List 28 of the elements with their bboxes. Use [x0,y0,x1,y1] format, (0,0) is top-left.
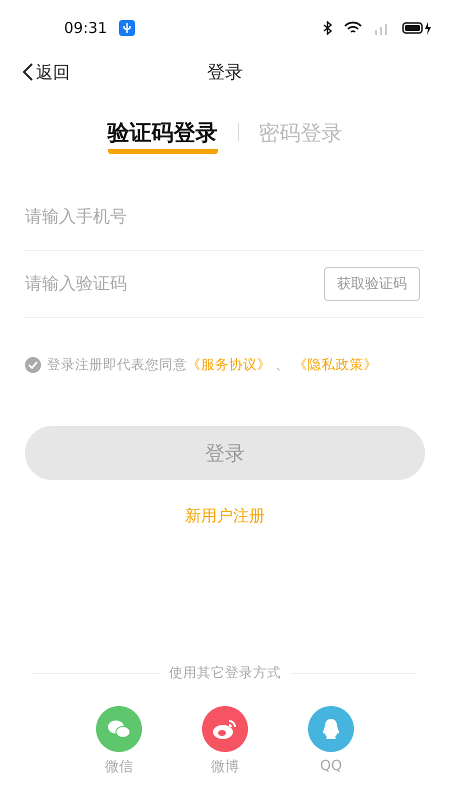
agreement-text: 登录注册即代表您同意《服务协议》 、 《隐私政策》 [47,356,378,374]
battery-charging-icon [402,21,432,35]
chevron-left-icon [22,63,34,81]
back-button[interactable]: 返回 [22,56,70,88]
register-link[interactable]: 新用户注册 [185,506,265,527]
social-login-button[interactable] [202,706,248,752]
get-code-button[interactable]: 获取验证码 [324,267,420,301]
agree-checkbox[interactable] [25,357,41,373]
other-login-title: 使用其它登录方式 [169,664,281,682]
login-tab[interactable]: 密码登录 [258,119,342,153]
policy-link[interactable]: 《服务协议》 [187,357,271,373]
social-login-label: 微信 [105,758,133,776]
social-login-button[interactable] [308,706,354,752]
social-login-button[interactable] [96,706,142,752]
chat-bubbles-icon [107,719,131,739]
policy-link[interactable]: 《隐私政策》 [294,357,378,373]
status-time: 09:31 [64,19,108,37]
page-title: 登录 [207,61,243,84]
login-tab[interactable]: 验证码登录 [108,118,218,154]
usb-icon [119,20,136,36]
check-icon [28,361,38,369]
eye-swirl-icon [212,718,238,740]
penguin-icon [321,718,341,740]
bluetooth-icon [323,21,332,35]
wifi-icon [344,21,362,35]
social-login-label: 微博 [211,758,239,776]
signal-icon [374,21,390,35]
social-login-label: QQ [320,758,342,774]
